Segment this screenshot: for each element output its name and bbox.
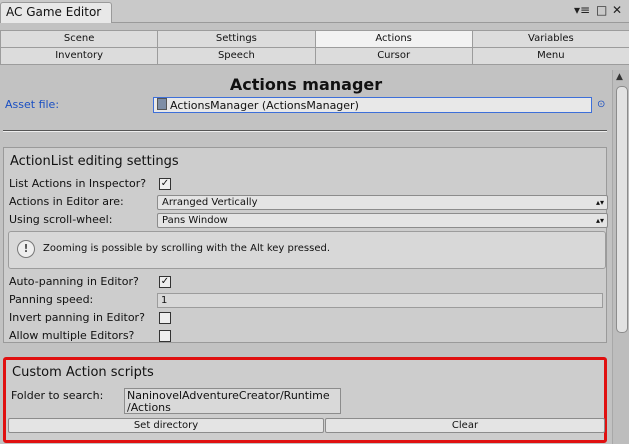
divider xyxy=(3,130,607,132)
scriptable-object-icon xyxy=(157,98,167,110)
tab-row-2: Inventory Speech Cursor Menu xyxy=(0,47,629,65)
window-titlebar: AC Game Editor ▾≡ □ ✕ xyxy=(0,0,629,23)
custom-action-scripts-panel: Custom Action scripts Folder to search: … xyxy=(3,357,607,443)
actions-arranged-value: Arranged Vertically xyxy=(162,197,258,208)
panning-speed-label: Panning speed: xyxy=(9,293,94,306)
scroll-wheel-label: Using scroll-wheel: xyxy=(9,213,113,226)
scroll-wheel-value: Pans Window xyxy=(162,215,228,226)
scrollbar-thumb[interactable] xyxy=(616,86,628,333)
actions-arranged-dropdown[interactable]: Arranged Vertically ▴▾ xyxy=(157,195,608,210)
auto-panning-label: Auto-panning in Editor? xyxy=(9,275,139,288)
maximize-icon[interactable]: □ xyxy=(596,3,607,17)
multiple-editors-checkbox[interactable] xyxy=(159,330,171,342)
panning-speed-field[interactable]: 1 xyxy=(157,293,603,308)
editing-settings-title: ActionList editing settings xyxy=(10,154,179,169)
tab-settings[interactable]: Settings xyxy=(157,30,316,48)
window-menu-icon[interactable]: ▾≡ xyxy=(574,3,590,17)
clear-button[interactable]: Clear xyxy=(325,418,605,433)
folder-to-search-label: Folder to search: xyxy=(11,389,104,402)
scroll-up-arrow-icon[interactable]: ▲ xyxy=(616,72,623,82)
scroll-wheel-dropdown[interactable]: Pans Window ▴▾ xyxy=(157,213,608,228)
tab-scene[interactable]: Scene xyxy=(0,30,159,48)
asset-file-label: Asset file: xyxy=(5,98,60,111)
object-picker-icon[interactable]: ⊙ xyxy=(597,99,605,110)
invert-panning-checkbox[interactable] xyxy=(159,312,171,324)
zoom-help-box: ! Zooming is possible by scrolling with … xyxy=(8,231,606,269)
close-icon[interactable]: ✕ xyxy=(612,3,622,17)
dropdown-arrow-icon: ▴▾ xyxy=(595,216,604,225)
list-in-inspector-label: List Actions in Inspector? xyxy=(9,177,147,190)
tab-cursor[interactable]: Cursor xyxy=(314,47,473,65)
custom-scripts-title: Custom Action scripts xyxy=(12,365,154,380)
tab-inventory[interactable]: Inventory xyxy=(0,47,159,65)
invert-panning-label: Invert panning in Editor? xyxy=(9,311,145,324)
multiple-editors-label: Allow multiple Editors? xyxy=(9,329,135,342)
actions-arranged-label: Actions in Editor are: xyxy=(9,195,124,208)
asset-file-field[interactable]: ActionsManager (ActionsManager) xyxy=(153,97,592,113)
dropdown-arrow-icon: ▴▾ xyxy=(595,198,604,207)
tab-actions[interactable]: Actions xyxy=(314,30,473,48)
window-tab[interactable]: AC Game Editor xyxy=(0,2,112,23)
editing-settings-panel: ActionList editing settings List Actions… xyxy=(3,147,608,343)
tab-menu[interactable]: Menu xyxy=(471,47,629,65)
list-in-inspector-checkbox[interactable]: ✓ xyxy=(159,178,171,190)
vertical-scrollbar[interactable]: ▲ xyxy=(612,70,629,444)
folder-path-line-2: /Actions xyxy=(127,401,171,414)
asset-file-value: ActionsManager (ActionsManager) xyxy=(170,99,359,112)
folder-path-field: NaninovelAdventureCreator/Runtime /Actio… xyxy=(124,388,341,414)
page-title: Actions manager xyxy=(229,75,383,94)
panning-speed-value: 1 xyxy=(161,295,168,306)
auto-panning-checkbox[interactable]: ✓ xyxy=(159,276,171,288)
info-icon: ! xyxy=(17,240,35,258)
tab-variables[interactable]: Variables xyxy=(471,30,629,48)
manager-tabs: Scene Settings Actions Variables Invento… xyxy=(0,30,629,65)
tab-speech[interactable]: Speech xyxy=(157,47,316,65)
manager-content: Actions manager Asset file: ActionsManag… xyxy=(0,70,612,444)
tab-row-1: Scene Settings Actions Variables xyxy=(0,30,629,48)
zoom-help-text: Zooming is possible by scrolling with th… xyxy=(43,243,330,254)
window-title: AC Game Editor xyxy=(6,5,102,19)
set-directory-button[interactable]: Set directory xyxy=(8,418,324,433)
